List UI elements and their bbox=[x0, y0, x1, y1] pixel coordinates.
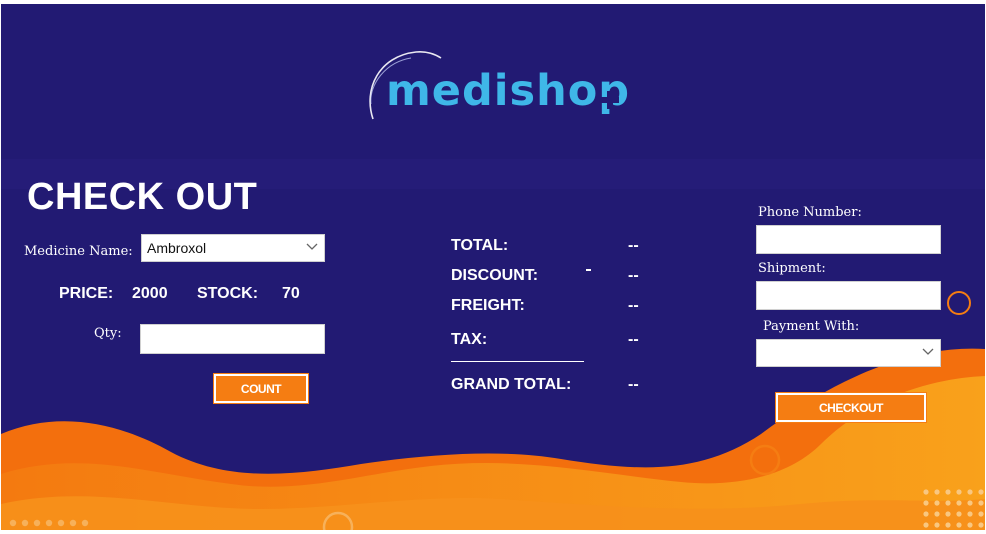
checkout-panel: medishop CHECK OUT Medicine Name: Ambrox… bbox=[1, 4, 985, 530]
price-label: PRICE: bbox=[59, 285, 114, 302]
summary-divider bbox=[451, 361, 584, 362]
page-title: CHECK OUT bbox=[27, 176, 258, 218]
qty-label: Qty: bbox=[94, 326, 122, 341]
deco-dot bbox=[33, 519, 41, 527]
stock-label: STOCK: bbox=[197, 285, 259, 302]
checkout-window: medishop CHECK OUT Medicine Name: Ambrox… bbox=[0, 0, 986, 534]
deco-dot bbox=[956, 489, 962, 495]
discount-dash bbox=[586, 269, 591, 271]
deco-dot bbox=[57, 519, 65, 527]
deco-dot bbox=[945, 522, 951, 528]
chevron-down-icon bbox=[306, 243, 318, 250]
deco-dot bbox=[967, 500, 973, 506]
discount-value: -- bbox=[628, 267, 639, 284]
deco-dot bbox=[9, 519, 17, 527]
logo: medishop bbox=[386, 66, 630, 116]
deco-dot bbox=[945, 500, 951, 506]
phone-number-input[interactable] bbox=[756, 225, 941, 254]
deco-ring-1 bbox=[947, 291, 971, 315]
deco-dot bbox=[923, 511, 929, 517]
logo-text: medishop bbox=[386, 66, 631, 116]
logo-plus-icon bbox=[601, 91, 619, 109]
total-label: TOTAL: bbox=[451, 237, 509, 254]
shipment-input[interactable] bbox=[756, 281, 941, 310]
deco-dot bbox=[978, 511, 984, 517]
deco-dot bbox=[956, 522, 962, 528]
payment-with-label: Payment With: bbox=[763, 319, 860, 334]
freight-value: -- bbox=[628, 297, 639, 314]
deco-dot bbox=[978, 489, 984, 495]
deco-dot bbox=[967, 522, 973, 528]
medicine-select[interactable]: Ambroxol bbox=[141, 234, 325, 262]
deco-dot bbox=[978, 500, 984, 506]
total-value: -- bbox=[628, 237, 639, 254]
deco-dot bbox=[45, 519, 53, 527]
wave-front bbox=[1, 496, 985, 530]
price-value: 2000 bbox=[132, 285, 168, 302]
deco-dot bbox=[934, 511, 940, 517]
deco-dot bbox=[923, 500, 929, 506]
deco-dot bbox=[934, 522, 940, 528]
stock-value: 70 bbox=[282, 285, 300, 302]
count-button[interactable]: COUNT bbox=[214, 374, 308, 403]
deco-dot bbox=[967, 511, 973, 517]
deco-dot bbox=[967, 489, 973, 495]
medicine-select-value: Ambroxol bbox=[147, 240, 207, 256]
deco-dot bbox=[81, 519, 89, 527]
deco-dot bbox=[945, 511, 951, 517]
deco-dot bbox=[956, 500, 962, 506]
deco-dot bbox=[934, 500, 940, 506]
checkout-button[interactable]: CHECKOUT bbox=[776, 393, 926, 422]
shipment-label: Shipment: bbox=[758, 261, 826, 276]
freight-label: FREIGHT: bbox=[451, 297, 525, 314]
medicine-name-label: Medicine Name: bbox=[24, 244, 133, 259]
tax-value: -- bbox=[628, 331, 639, 348]
grand-total-value: -- bbox=[628, 376, 639, 393]
deco-dot bbox=[923, 522, 929, 528]
deco-dot bbox=[934, 489, 940, 495]
deco-dot bbox=[21, 519, 29, 527]
deco-dot bbox=[978, 522, 984, 528]
deco-dot bbox=[923, 489, 929, 495]
deco-dot bbox=[945, 489, 951, 495]
chevron-down-icon bbox=[922, 348, 934, 355]
qty-input[interactable] bbox=[140, 324, 325, 354]
phone-number-label: Phone Number: bbox=[758, 205, 862, 220]
payment-with-select[interactable] bbox=[756, 339, 941, 367]
deco-dot bbox=[956, 511, 962, 517]
deco-dot bbox=[69, 519, 77, 527]
grand-total-label: GRAND TOTAL: bbox=[451, 376, 572, 393]
tax-label: TAX: bbox=[451, 331, 488, 348]
discount-label: DISCOUNT: bbox=[451, 267, 539, 284]
